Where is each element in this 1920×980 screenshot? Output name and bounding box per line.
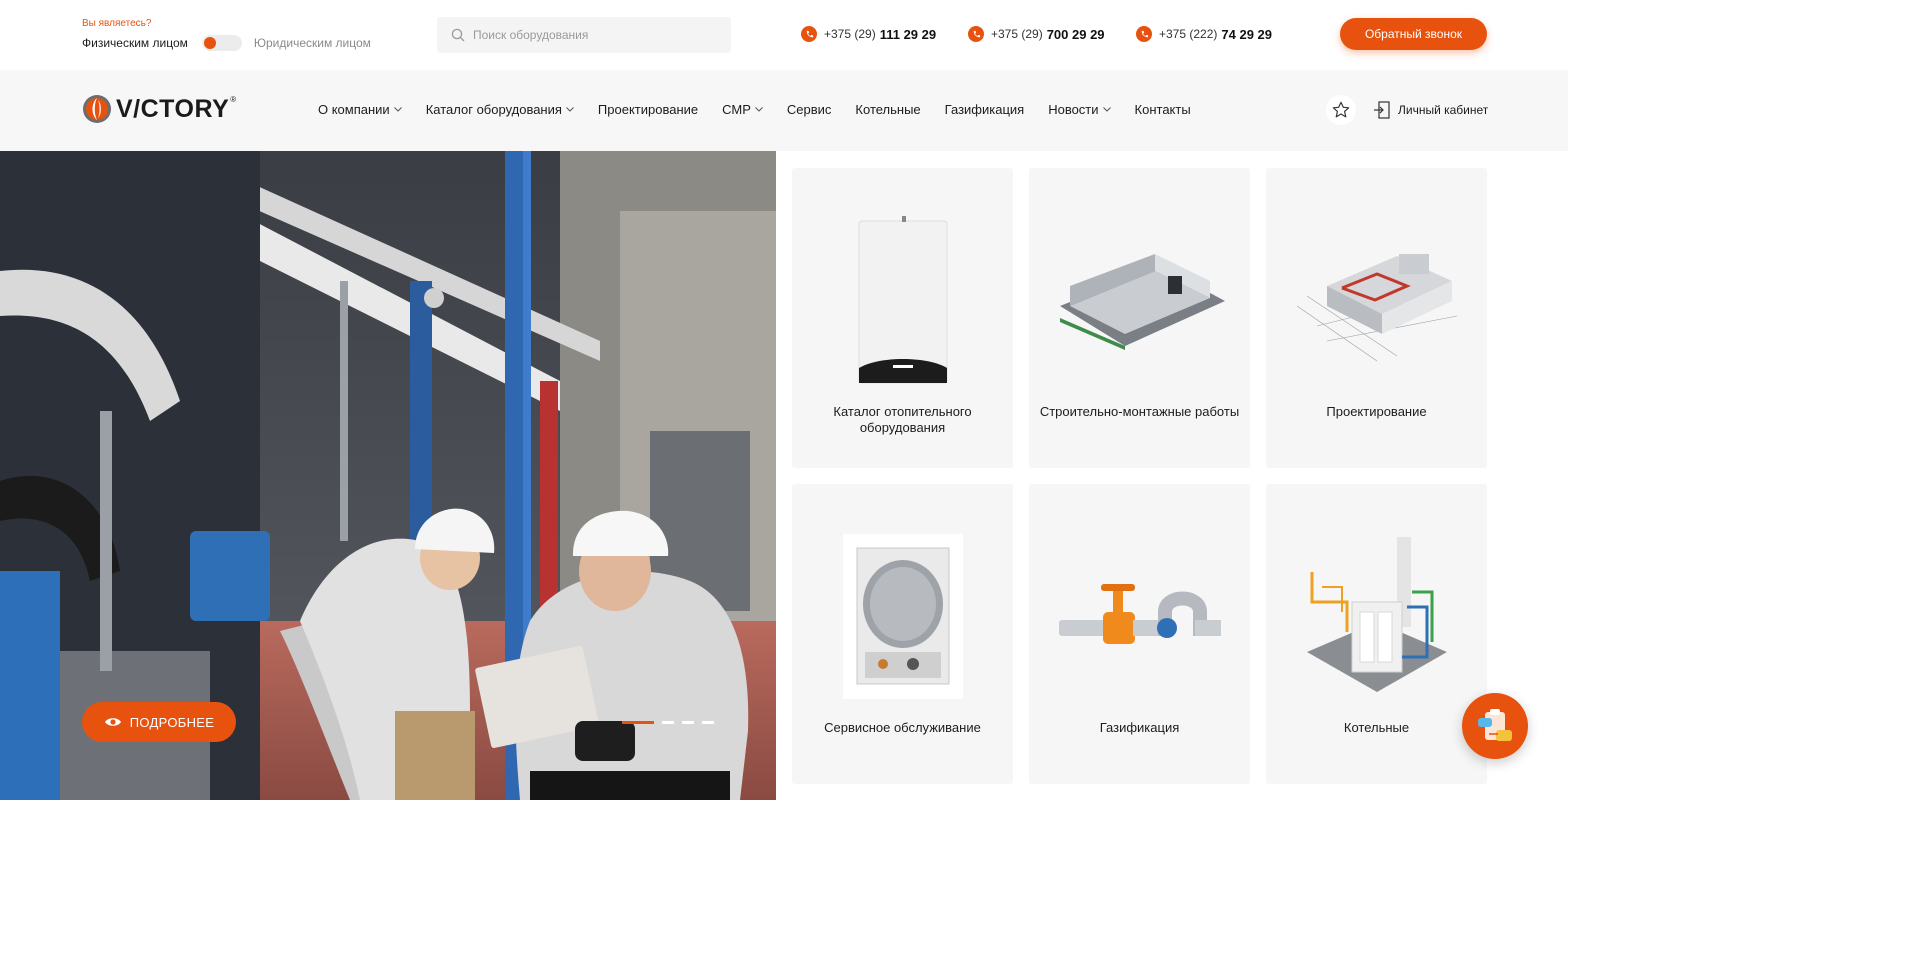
nav-item-smr[interactable]: СМР (722, 102, 763, 117)
hero-slider: ПОДРОБНЕЕ (0, 151, 776, 800)
phone-1[interactable]: +375 (29) 111 29 29 (801, 26, 936, 42)
audience-physical-label[interactable]: Физическим лицом (82, 36, 188, 50)
phone-2[interactable]: +375 (29) 700 29 29 (968, 26, 1105, 42)
search-box[interactable] (437, 17, 731, 53)
card-service[interactable]: Сервисное обслуживание (792, 484, 1013, 784)
nav-item-service[interactable]: Сервис (787, 102, 832, 117)
slider-dots (622, 721, 722, 724)
slider-dot-2[interactable] (662, 721, 674, 724)
search-input[interactable] (473, 28, 713, 42)
clipboard-chat-icon (1478, 709, 1512, 741)
logo-icon (83, 95, 111, 123)
boiler-open-icon (842, 534, 963, 699)
callback-button[interactable]: Обратный звонок (1340, 18, 1487, 50)
nav-item-catalog[interactable]: Каталог оборудования (426, 102, 574, 117)
nav-item-company[interactable]: О компании (318, 102, 402, 117)
boiler-room-icon (1306, 536, 1447, 692)
star-icon (1332, 101, 1350, 118)
card-boiler-rooms[interactable]: Котельные (1266, 484, 1487, 784)
phone-icon (968, 26, 984, 42)
more-button[interactable]: ПОДРОБНЕЕ (82, 702, 236, 742)
boiler-icon (858, 215, 947, 383)
nav-item-boiler-rooms[interactable]: Котельные (855, 102, 920, 117)
logo[interactable]: V/CTORY ® (82, 94, 236, 124)
audience-question: Вы являетесь? (82, 18, 152, 29)
slider-dot-4[interactable] (702, 721, 714, 724)
logo-text: V/CTORY (116, 94, 230, 123)
phone-icon (801, 26, 817, 42)
login-icon (1374, 101, 1390, 119)
chevron-down-icon (755, 107, 763, 112)
gas-pipe-icon (1058, 583, 1221, 644)
nav-item-gasification[interactable]: Газификация (945, 102, 1025, 117)
chat-widget-button[interactable] (1462, 693, 1528, 759)
audience-legal-label[interactable]: Юридическим лицом (254, 36, 371, 50)
audience-switch: Вы являетесь? Физическим лицом Юридическ… (82, 18, 371, 51)
chevron-down-icon (393, 107, 402, 112)
nav-item-design[interactable]: Проектирование (598, 102, 698, 117)
services-grid: Каталог отопительного оборудования Строи… (792, 168, 1487, 784)
main-navbar: V/CTORY ® О компании Каталог оборудовани… (0, 70, 1568, 151)
chevron-down-icon (1102, 107, 1111, 112)
phone-icon (1136, 26, 1152, 42)
slider-dot-3[interactable] (682, 721, 694, 724)
card-construction[interactable]: Строительно-монтажные работы (1029, 168, 1250, 468)
main-menu: О компании Каталог оборудования Проектир… (318, 102, 1215, 117)
phone-3[interactable]: +375 (222) 74 29 29 (1136, 26, 1272, 42)
building-icon (1059, 253, 1225, 350)
card-catalog[interactable]: Каталог отопительного оборудования (792, 168, 1013, 468)
card-design[interactable]: Проектирование (1266, 168, 1487, 468)
search-icon (451, 28, 465, 42)
nav-item-news[interactable]: Новости (1048, 102, 1111, 117)
blueprint-icon (1296, 253, 1457, 361)
slider-dot-1[interactable] (622, 721, 654, 724)
nav-item-contacts[interactable]: Контакты (1135, 102, 1191, 117)
account-link[interactable]: Личный кабинет (1374, 101, 1488, 119)
audience-toggle[interactable] (201, 35, 242, 51)
card-gasification[interactable]: Газификация (1029, 484, 1250, 784)
chevron-down-icon (566, 107, 574, 112)
favorites-button[interactable] (1326, 95, 1356, 125)
top-bar: Вы являетесь? Физическим лицом Юридическ… (0, 0, 1568, 70)
eye-icon (104, 718, 121, 726)
